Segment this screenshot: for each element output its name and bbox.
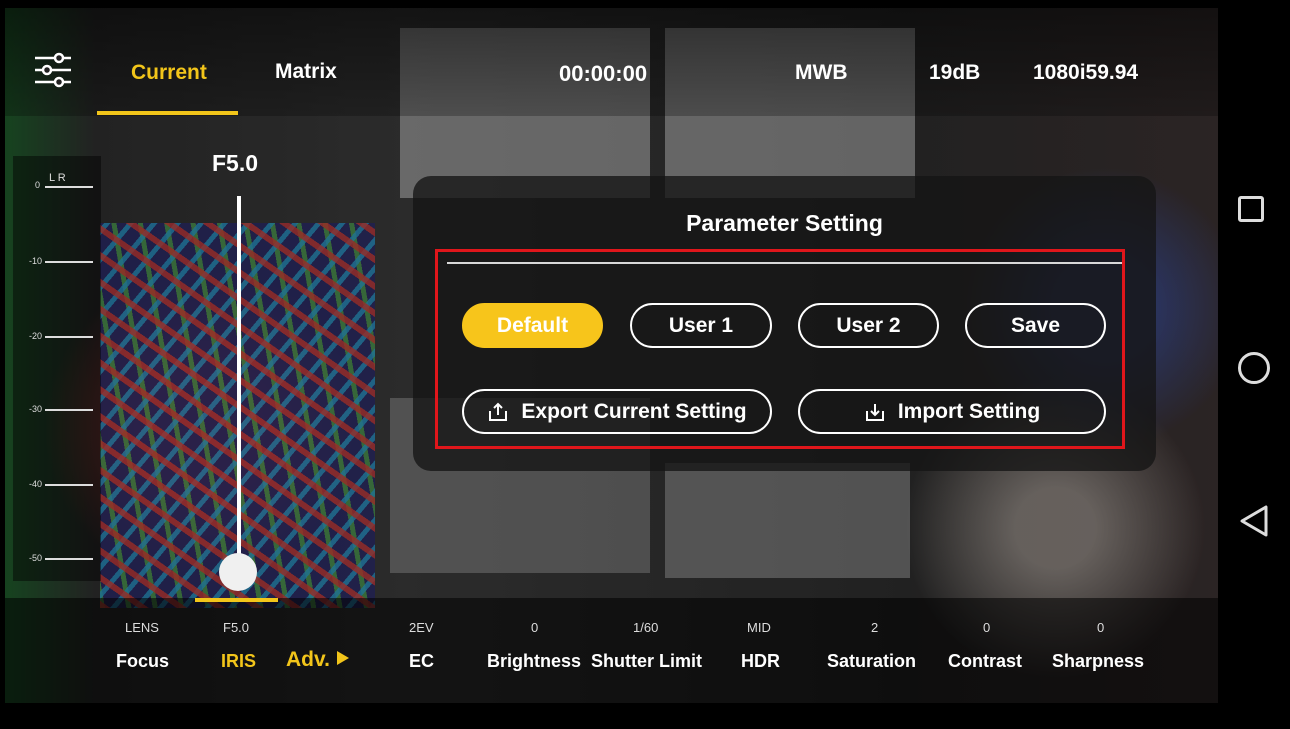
- focus-value: LENS: [125, 620, 159, 635]
- tab-matrix[interactable]: Matrix: [275, 60, 337, 84]
- control-shutter-limit[interactable]: Shutter Limit: [591, 651, 702, 672]
- home-icon[interactable]: [1238, 352, 1270, 384]
- default-button[interactable]: Default: [462, 303, 603, 348]
- import-icon: [865, 403, 884, 421]
- iris-control-value: F5.0: [223, 620, 250, 635]
- meter-tick-label: -20: [29, 331, 43, 341]
- timecode: 00:00:00: [559, 61, 648, 86]
- control-saturation[interactable]: Saturation: [827, 651, 916, 672]
- meter-tick-label: -50: [29, 553, 43, 563]
- meter-tick-label: -10: [29, 256, 43, 266]
- control-iris[interactable]: IRIS: [221, 651, 256, 672]
- export-setting-button[interactable]: Export Current Setting: [462, 389, 772, 434]
- play-arrow-icon: [337, 651, 350, 665]
- control-hdr[interactable]: HDR: [741, 651, 780, 672]
- control-contrast[interactable]: Contrast: [948, 651, 1022, 672]
- advanced-label: Adv.: [286, 648, 330, 671]
- control-sharpness[interactable]: Sharpness: [1052, 651, 1144, 672]
- recent-apps-icon[interactable]: [1238, 196, 1264, 222]
- control-focus[interactable]: Focus: [116, 651, 169, 672]
- white-balance-status: MWB: [795, 61, 848, 84]
- hdr-value: MID: [747, 620, 771, 635]
- video-format-status: 1080i59.94: [1033, 61, 1139, 84]
- iris-slider-track[interactable]: [237, 196, 241, 578]
- import-setting-label: Import Setting: [897, 399, 1041, 423]
- ec-value: 2EV: [409, 620, 434, 635]
- saturation-value: 2: [871, 620, 879, 635]
- audio-level-meter: L R 0 -10 -20 -30 -40 -50: [13, 156, 101, 581]
- panel-divider: [447, 262, 1122, 264]
- contrast-value: 0: [983, 620, 991, 635]
- user1-button[interactable]: User 1: [630, 303, 772, 348]
- active-control-indicator: [195, 598, 278, 602]
- export-setting-label: Export Current Setting: [521, 399, 747, 423]
- save-button[interactable]: Save: [965, 303, 1106, 348]
- user2-button[interactable]: User 2: [798, 303, 939, 348]
- meter-tick-label: -40: [29, 479, 43, 489]
- tab-current[interactable]: Current: [131, 61, 207, 85]
- back-icon[interactable]: [1236, 503, 1272, 539]
- panel-title: Parameter Setting: [686, 210, 883, 236]
- control-brightness[interactable]: Brightness: [487, 651, 581, 672]
- brightness-value: 0: [531, 620, 539, 635]
- export-icon: [489, 402, 508, 421]
- meter-tick-label: 0: [35, 180, 41, 190]
- iris-slider-handle[interactable]: [219, 553, 257, 591]
- control-advanced[interactable]: Adv.: [286, 648, 350, 672]
- active-tab-indicator: [97, 111, 238, 115]
- iris-value: F5.0: [212, 150, 259, 176]
- settings-sliders-icon[interactable]: [33, 52, 73, 88]
- camera-preview: Current Matrix 00:00:00 MWB 19dB 1080i59…: [5, 8, 1218, 703]
- control-ec[interactable]: EC: [409, 651, 434, 672]
- meter-tick-label: -30: [29, 404, 43, 414]
- meter-channels: L R: [49, 172, 66, 184]
- shutter-limit-value: 1/60: [633, 620, 659, 635]
- sharpness-value: 0: [1097, 620, 1105, 635]
- import-setting-button[interactable]: Import Setting: [798, 389, 1106, 434]
- gain-status: 19dB: [929, 61, 981, 84]
